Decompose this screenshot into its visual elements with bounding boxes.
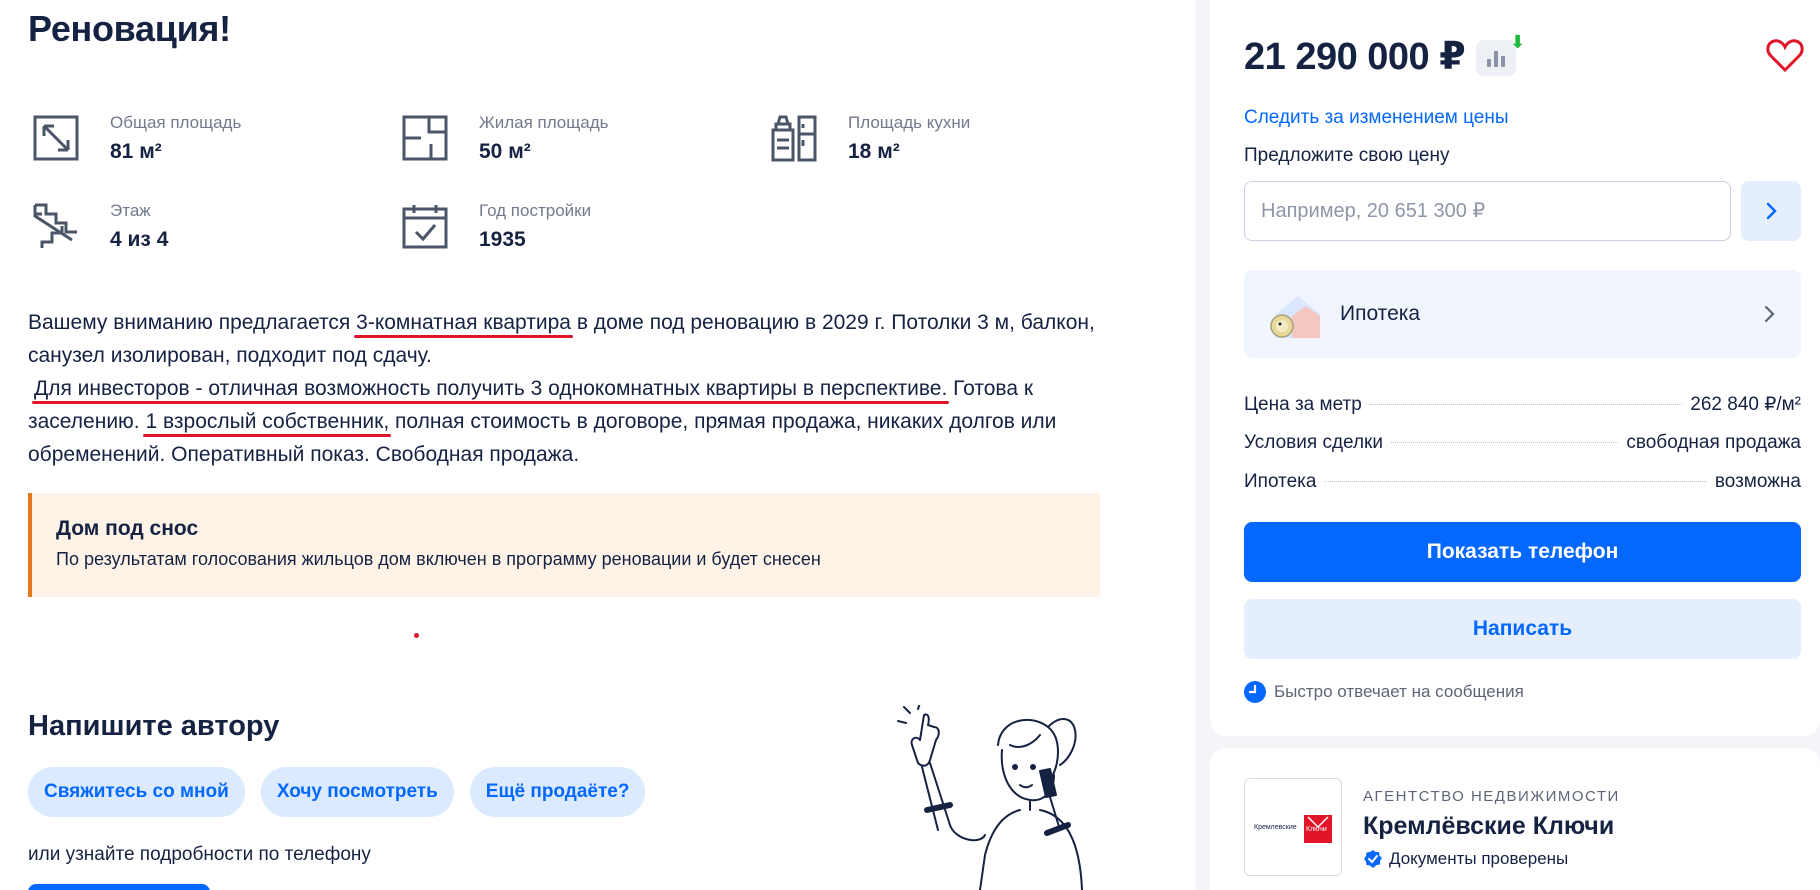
- chip-still-selling[interactable]: Ещё продаёте?: [469, 767, 646, 817]
- feature-build-year: Год постройки 1935: [397, 198, 591, 254]
- detail-price-per-meter: Цена за метр 262 840 ₽/м²: [1244, 393, 1801, 416]
- detail-value: свободная продажа: [1626, 432, 1801, 453]
- feature-value: 4 из 4: [110, 228, 169, 251]
- detail-deal-terms: Условия сделки свободная продажа: [1244, 432, 1801, 454]
- mortgage-card[interactable]: Ипотека: [1244, 270, 1801, 358]
- svg-text:Ключи: Ключи: [1306, 826, 1327, 833]
- feature-value: 1935: [479, 228, 526, 251]
- feature-living-area: Жилая площадь 50 м²: [397, 110, 608, 166]
- verified-text: Документы проверены: [1389, 849, 1569, 868]
- feature-value: 81 м²: [110, 140, 162, 163]
- feature-label: Год постройки: [479, 201, 592, 220]
- verified-badge-icon: [1364, 850, 1382, 868]
- fast-reply-text: Быстро отвечает на сообщения: [1274, 682, 1524, 701]
- notice-text: По результатам голосования жильцов дом в…: [56, 549, 821, 569]
- svg-text:Кремлевские: Кремлевские: [1254, 824, 1297, 831]
- chevron-right-icon: [1764, 305, 1775, 323]
- feature-label: Жилая площадь: [479, 113, 609, 132]
- demolition-notice: Дом под снос По результатам голосования …: [28, 493, 1100, 597]
- bar-chart-icon: [1487, 51, 1505, 67]
- kitchen-area-icon: [766, 110, 822, 166]
- listing-main: Реновация! Общая площадь 81 м² Жилая пло…: [0, 0, 1195, 890]
- clock-icon: [1244, 681, 1266, 703]
- offer-submit-button[interactable]: [1741, 181, 1801, 241]
- feature-value: 18 м²: [848, 140, 900, 163]
- track-price-link[interactable]: Следить за изменением цены: [1244, 107, 1509, 129]
- detail-key: Ипотека: [1244, 471, 1317, 492]
- description-underlined: 3-комнатная квартира: [356, 311, 571, 334]
- price: 21 290 000 ₽: [1244, 36, 1466, 78]
- agency-verified: Документы проверены: [1363, 849, 1568, 869]
- feature-label: Общая площадь: [110, 113, 242, 132]
- agency-card: Кремлевские Ключи АГЕНТСТВО НЕДВИЖИМОСТИ…: [1210, 748, 1820, 890]
- feature-value: 50 м²: [479, 140, 531, 163]
- description-underlined: 1 взрослый собственник,: [145, 410, 390, 433]
- offer-price-input[interactable]: [1244, 181, 1731, 241]
- feature-label: Этаж: [110, 201, 151, 220]
- feature-floor: Этаж 4 из 4: [28, 198, 168, 254]
- calendar-icon: [397, 198, 453, 254]
- feature-label: Площадь кухни: [848, 113, 971, 132]
- agency-logo[interactable]: Кремлевские Ключи: [1244, 778, 1342, 876]
- price-sidebar: 21 290 000 ₽ ⬇ Следить за изменением цен…: [1210, 0, 1820, 736]
- house-coin-icon: [1270, 296, 1320, 338]
- agency-name[interactable]: Кремлёвские Ключи: [1363, 812, 1614, 841]
- detail-value: 262 840 ₽/м²: [1690, 394, 1801, 415]
- chip-contact-me[interactable]: Свяжитесь со мной: [28, 767, 245, 817]
- floor-stairs-icon: [28, 198, 84, 254]
- agency-kind: АГЕНТСТВО НЕДВИЖИМОСТИ: [1363, 788, 1620, 805]
- show-phone-button-bottom[interactable]: [28, 884, 210, 890]
- quick-message-chips: Свяжитесь со мной Хочу посмотреть Ещё пр…: [28, 767, 646, 817]
- chip-want-to-see[interactable]: Хочу посмотреть: [260, 767, 454, 817]
- detail-key: Условия сделки: [1244, 432, 1383, 453]
- show-phone-button[interactable]: Показать телефон: [1244, 522, 1801, 582]
- phone-hint: или узнайте подробности по телефону: [28, 844, 371, 865]
- write-author-heading: Напишите автору: [28, 710, 280, 742]
- listing-description: Вашему вниманию предлагается 3-комнатная…: [28, 306, 1108, 471]
- girl-with-phone-illustration: [890, 702, 1110, 890]
- feature-kitchen-area: Площадь кухни 18 м²: [766, 110, 970, 166]
- detail-mortgage: Ипотека возможна: [1244, 471, 1801, 493]
- annotation-dot: [414, 633, 419, 638]
- chevron-right-icon: [1766, 202, 1777, 220]
- notice-heading: Дом под снос: [56, 517, 199, 540]
- total-area-icon: [28, 110, 84, 166]
- description-text: Вашему вниманию предлагается: [28, 311, 357, 334]
- write-message-button[interactable]: Написать: [1244, 599, 1801, 659]
- living-area-icon: [397, 110, 453, 166]
- offer-price-label: Предложите свою цену: [1244, 145, 1450, 166]
- fast-reply-note: Быстро отвечает на сообщения: [1244, 681, 1524, 703]
- price-down-arrow-icon: ⬇: [1510, 32, 1526, 52]
- detail-value: возможна: [1714, 471, 1801, 492]
- description-underlined: Для инвесторов - отличная возможность по…: [34, 377, 948, 400]
- mortgage-label: Ипотека: [1340, 302, 1421, 325]
- listing-title: Реновация!: [28, 8, 231, 49]
- feature-total-area: Общая площадь 81 м²: [28, 110, 241, 166]
- page: Реновация! Общая площадь 81 м² Жилая пло…: [0, 0, 1820, 890]
- favorite-heart-icon[interactable]: [1765, 36, 1805, 76]
- detail-key: Цена за метр: [1244, 394, 1362, 415]
